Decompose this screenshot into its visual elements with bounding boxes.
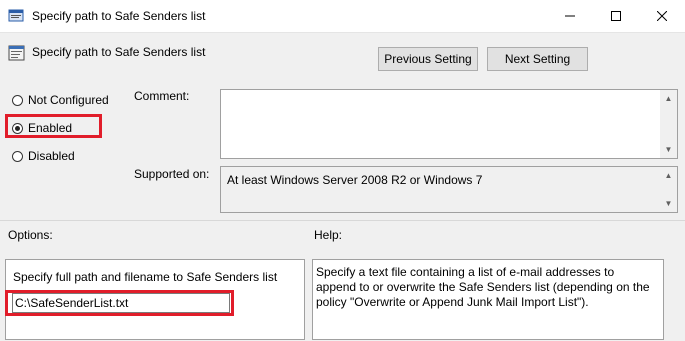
section-divider xyxy=(0,220,685,221)
previous-setting-button[interactable]: Previous Setting xyxy=(378,47,478,71)
supported-on-value: At least Windows Server 2008 R2 or Windo… xyxy=(227,173,483,187)
maximize-icon xyxy=(611,11,621,21)
radio-label: Disabled xyxy=(28,149,75,163)
comment-textarea[interactable]: ▲ ▼ xyxy=(220,89,678,159)
help-text: Specify a text file containing a list of… xyxy=(316,265,650,309)
setting-title: Specify path to Safe Senders list xyxy=(32,45,206,59)
scroll-down-icon[interactable]: ▼ xyxy=(660,195,677,212)
minimize-button[interactable] xyxy=(547,0,593,32)
window-title: Specify path to Safe Senders list xyxy=(32,9,206,23)
next-setting-button[interactable]: Next Setting xyxy=(487,47,588,71)
supported-on-label: Supported on: xyxy=(134,167,210,181)
enabled-highlight-box xyxy=(5,114,102,138)
policy-app-icon xyxy=(8,8,24,24)
path-field-label: Specify full path and filename to Safe S… xyxy=(13,270,278,284)
setting-icon xyxy=(8,45,25,61)
scroll-up-icon[interactable]: ▲ xyxy=(660,167,677,184)
radio-button[interactable] xyxy=(12,94,23,106)
options-label: Options: xyxy=(8,228,53,242)
help-scroll-area xyxy=(665,259,685,340)
comment-scrollbar[interactable]: ▲ ▼ xyxy=(660,90,677,158)
maximize-button[interactable] xyxy=(593,0,639,32)
scroll-up-icon[interactable]: ▲ xyxy=(660,90,677,107)
radio-button[interactable] xyxy=(12,150,23,162)
close-button[interactable] xyxy=(639,0,685,32)
supported-on-field: At least Windows Server 2008 R2 or Windo… xyxy=(220,166,678,213)
minimize-icon xyxy=(565,15,575,17)
path-highlight-box xyxy=(5,290,234,316)
comment-label: Comment: xyxy=(134,89,190,103)
radio-disabled[interactable]: Disabled xyxy=(12,148,75,164)
help-label: Help: xyxy=(314,228,343,242)
radio-label: Not Configured xyxy=(28,93,109,107)
supported-scrollbar[interactable]: ▲ ▼ xyxy=(660,167,677,212)
scroll-down-icon[interactable]: ▼ xyxy=(660,141,677,158)
title-bar: Specify path to Safe Senders list xyxy=(0,0,685,32)
close-icon xyxy=(657,11,667,21)
radio-not-configured[interactable]: Not Configured xyxy=(12,92,109,108)
